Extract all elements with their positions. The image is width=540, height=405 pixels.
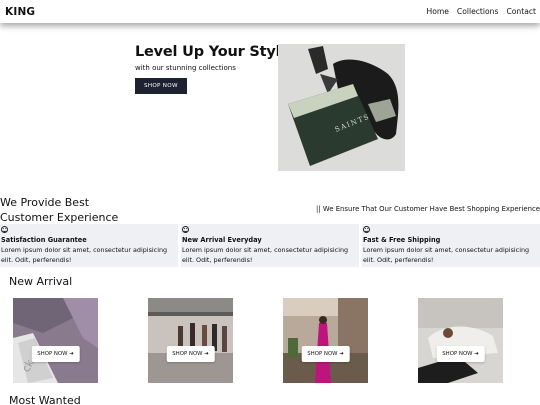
new-arrival-title: New Arrival (9, 275, 73, 288)
arrival-card-1[interactable]: ck SHOP NOW ➔ (13, 298, 98, 383)
arrow-right-icon: ➔ (474, 351, 479, 357)
feature-title: Fast & Free Shipping (363, 236, 441, 244)
arrival-button-label: SHOP NOW (307, 351, 338, 357)
arrival-card-2[interactable]: SHOP NOW ➔ (148, 298, 233, 383)
arrival-shop-now-button[interactable]: SHOP NOW ➔ (301, 346, 350, 362)
arrival-shop-now-button[interactable]: SHOP NOW ➔ (166, 346, 215, 362)
smile-icon (1, 226, 8, 233)
most-wanted-title: Most Wanted (9, 394, 81, 405)
feature-card: New Arrival Everyday Lorem ipsum dolor s… (181, 224, 359, 267)
experience-title: We Provide Best Customer Experience (0, 195, 118, 225)
feature-title: Satisfaction Guarantee (1, 236, 87, 244)
hero-title: Level Up Your Style (135, 44, 291, 60)
navbar: KING Home Collections Contact (0, 0, 540, 23)
nav-link-contact[interactable]: Contact (506, 7, 536, 16)
experience-tagline: || We Ensure That Our Customer Have Best… (316, 205, 540, 213)
hero-section: Level Up Your Style with our stunning co… (135, 44, 291, 94)
feature-text: Lorem ipsum dolor sit amet, consectetur … (1, 246, 168, 264)
arrival-card-3[interactable]: SHOP NOW ➔ (283, 298, 368, 383)
arrival-button-label: SHOP NOW (37, 351, 68, 357)
feature-list: Satisfaction Guarantee Lorem ipsum dolor… (0, 224, 540, 267)
arrow-right-icon: ➔ (204, 351, 209, 357)
nav-link-home[interactable]: Home (426, 7, 448, 16)
brand-logo[interactable]: KING (5, 6, 35, 18)
hero-shop-now-button[interactable]: SHOP NOW (135, 78, 187, 94)
experience-title-line1: We Provide Best (0, 196, 90, 209)
arrival-shop-now-button[interactable]: SHOP NOW ➔ (436, 346, 485, 362)
arrival-button-label: SHOP NOW (172, 351, 203, 357)
feature-text: Lorem ipsum dolor sit amet, consectetur … (363, 246, 530, 264)
arrow-right-icon: ➔ (339, 351, 344, 357)
feature-card: Satisfaction Guarantee Lorem ipsum dolor… (0, 224, 178, 267)
hero-image: SAINTS (278, 44, 405, 171)
smile-icon (363, 226, 370, 233)
arrow-right-icon: ➔ (69, 351, 74, 357)
feature-text: Lorem ipsum dolor sit amet, consectetur … (182, 246, 349, 264)
experience-title-line2: Customer Experience (0, 211, 119, 224)
hero-subtitle: with our stunning collections (135, 64, 236, 72)
smile-icon (182, 226, 189, 233)
feature-title: New Arrival Everyday (182, 236, 262, 244)
nav-link-collections[interactable]: Collections (457, 7, 499, 16)
arrival-shop-now-button[interactable]: SHOP NOW ➔ (31, 346, 80, 362)
feature-card: Fast & Free Shipping Lorem ipsum dolor s… (362, 224, 540, 267)
arrival-button-label: SHOP NOW (442, 351, 473, 357)
nav-links: Home Collections Contact (426, 7, 536, 16)
arrival-card-4[interactable]: SHOP NOW ➔ (418, 298, 503, 383)
